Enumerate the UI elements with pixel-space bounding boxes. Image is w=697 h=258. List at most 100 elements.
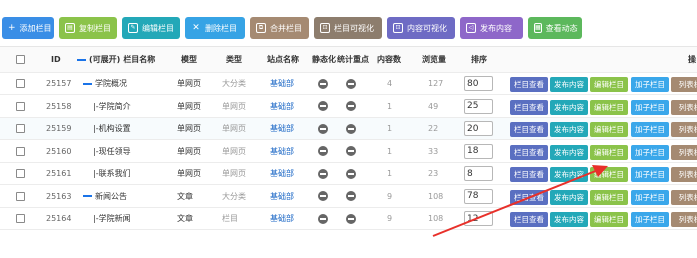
stats-toggle-cell[interactable] bbox=[346, 141, 356, 162]
col-site[interactable]: 站点名称 bbox=[267, 47, 299, 72]
stats-toggle-cell[interactable] bbox=[346, 73, 356, 94]
row-name[interactable]: |-机构设置 bbox=[93, 118, 131, 139]
action-button-1[interactable]: 栏目查看 bbox=[510, 212, 548, 227]
row-select-cell[interactable] bbox=[16, 186, 25, 207]
static-toggle-cell[interactable] bbox=[318, 163, 328, 184]
stats-toggle-cell[interactable] bbox=[346, 208, 356, 229]
row-checkbox[interactable] bbox=[16, 79, 25, 88]
col-type[interactable]: 类型 bbox=[226, 47, 242, 72]
row-name[interactable]: 学院概况 bbox=[83, 73, 127, 94]
toolbar-button-3[interactable]: ✎ 编辑栏目 bbox=[122, 17, 180, 39]
order-input[interactable]: 18 bbox=[464, 143, 493, 159]
row-checkbox[interactable] bbox=[16, 214, 25, 223]
stats-toggle-icon[interactable] bbox=[346, 78, 356, 89]
expand-bar-icon[interactable] bbox=[77, 58, 86, 61]
stats-toggle-cell[interactable] bbox=[346, 163, 356, 184]
action-button-4[interactable]: 加子栏目 bbox=[631, 122, 669, 137]
row-name[interactable]: |-学院简介 bbox=[93, 96, 131, 117]
row-order-cell[interactable]: 18 bbox=[464, 141, 493, 162]
stats-toggle-cell[interactable] bbox=[346, 118, 356, 139]
toolbar-button-9[interactable]: ▦ 查看动态 bbox=[528, 17, 582, 39]
static-toggle-icon[interactable] bbox=[318, 123, 328, 134]
action-button-4[interactable]: 加子栏目 bbox=[631, 99, 669, 115]
order-input[interactable]: 80 bbox=[464, 76, 493, 91]
action-button-5[interactable]: 列表标 bbox=[671, 144, 697, 160]
action-button-2[interactable]: 发布内容 bbox=[550, 189, 588, 205]
order-input[interactable]: 12 bbox=[464, 211, 493, 226]
action-button-1[interactable]: 栏目查看 bbox=[510, 77, 548, 92]
action-button-3[interactable]: 编辑栏目 bbox=[590, 189, 628, 205]
static-toggle-icon[interactable] bbox=[318, 168, 328, 179]
row-select-cell[interactable] bbox=[16, 118, 25, 139]
action-button-3[interactable]: 编辑栏目 bbox=[590, 144, 628, 160]
row-order-cell[interactable]: 8 bbox=[464, 163, 493, 184]
stats-toggle-icon[interactable] bbox=[346, 191, 356, 201]
action-button-1[interactable]: 栏目查看 bbox=[510, 99, 548, 115]
toolbar-button-6[interactable]: ⊡ 栏目可视化 bbox=[314, 17, 382, 39]
static-toggle-icon[interactable] bbox=[318, 146, 328, 156]
stats-toggle-icon[interactable] bbox=[346, 146, 356, 156]
col-name[interactable]: (可展开) 栏目名称 bbox=[77, 47, 155, 72]
select-all-checkbox[interactable] bbox=[16, 55, 25, 64]
action-button-5[interactable]: 列表标 bbox=[671, 122, 697, 137]
row-site[interactable]: 基础部 bbox=[270, 163, 294, 184]
row-site[interactable]: 基础部 bbox=[270, 208, 294, 229]
static-toggle-cell[interactable] bbox=[318, 96, 328, 117]
col-views[interactable]: 浏览量 bbox=[422, 47, 446, 72]
row-name[interactable]: |-联系我们 bbox=[93, 163, 131, 184]
action-button-5[interactable]: 列表标 bbox=[671, 167, 697, 182]
static-toggle-cell[interactable] bbox=[318, 186, 328, 207]
tree-bar-icon[interactable] bbox=[83, 195, 92, 197]
row-checkbox[interactable] bbox=[16, 169, 25, 178]
row-order-cell[interactable]: 78 bbox=[464, 186, 493, 207]
row-name[interactable]: |-学院新闻 bbox=[93, 208, 131, 229]
row-select-cell[interactable] bbox=[16, 73, 25, 94]
action-button-1[interactable]: 栏目查看 bbox=[510, 167, 548, 182]
order-input[interactable]: 20 bbox=[464, 121, 493, 136]
stats-toggle-cell[interactable] bbox=[346, 186, 356, 207]
action-button-3[interactable]: 编辑栏目 bbox=[590, 99, 628, 115]
row-select-cell[interactable] bbox=[16, 208, 25, 229]
action-button-1[interactable]: 栏目查看 bbox=[510, 122, 548, 137]
row-select-cell[interactable] bbox=[16, 96, 25, 117]
toolbar-button-7[interactable]: ⊡ 内容可视化 bbox=[387, 17, 455, 39]
select-all-cell[interactable] bbox=[16, 47, 25, 72]
action-button-3[interactable]: 编辑栏目 bbox=[590, 77, 628, 92]
action-button-5[interactable]: 列表标 bbox=[671, 212, 697, 227]
action-button-3[interactable]: 编辑栏目 bbox=[590, 212, 628, 227]
toolbar-button-2[interactable]: ▤ 复制栏目 bbox=[59, 17, 117, 39]
toolbar-button-1[interactable]: + 添加栏目 bbox=[2, 17, 54, 39]
stats-toggle-icon[interactable] bbox=[346, 168, 356, 179]
row-order-cell[interactable]: 80 bbox=[464, 73, 493, 94]
col-count[interactable]: 内容数 bbox=[377, 47, 401, 72]
action-button-4[interactable]: 加子栏目 bbox=[631, 189, 669, 205]
stats-toggle-icon[interactable] bbox=[346, 101, 356, 111]
action-button-5[interactable]: 列表标 bbox=[671, 99, 697, 115]
row-order-cell[interactable]: 20 bbox=[464, 118, 493, 139]
action-button-1[interactable]: 栏目查看 bbox=[510, 189, 548, 205]
toolbar-button-4[interactable]: ✕ 删除栏目 bbox=[185, 17, 245, 39]
row-checkbox[interactable] bbox=[16, 101, 25, 111]
action-button-2[interactable]: 发布内容 bbox=[550, 99, 588, 115]
action-button-3[interactable]: 编辑栏目 bbox=[590, 167, 628, 182]
action-button-4[interactable]: 加子栏目 bbox=[631, 212, 669, 227]
order-input[interactable]: 8 bbox=[464, 166, 493, 181]
row-checkbox[interactable] bbox=[16, 124, 25, 133]
tree-bar-icon[interactable] bbox=[83, 82, 92, 85]
row-site[interactable]: 基础部 bbox=[270, 141, 294, 162]
row-order-cell[interactable]: 12 bbox=[464, 208, 493, 229]
action-button-2[interactable]: 发布内容 bbox=[550, 77, 588, 92]
row-site[interactable]: 基础部 bbox=[270, 118, 294, 139]
action-button-2[interactable]: 发布内容 bbox=[550, 144, 588, 160]
action-button-3[interactable]: 编辑栏目 bbox=[590, 122, 628, 137]
row-select-cell[interactable] bbox=[16, 163, 25, 184]
static-toggle-cell[interactable] bbox=[318, 208, 328, 229]
col-id[interactable]: ID bbox=[51, 47, 61, 72]
row-name[interactable]: 新闻公告 bbox=[83, 186, 127, 207]
static-toggle-cell[interactable] bbox=[318, 73, 328, 94]
row-checkbox[interactable] bbox=[16, 146, 25, 156]
row-site[interactable]: 基础部 bbox=[270, 186, 294, 207]
static-toggle-icon[interactable] bbox=[318, 101, 328, 111]
action-button-5[interactable]: 列表标 bbox=[671, 189, 697, 205]
action-button-2[interactable]: 发布内容 bbox=[550, 212, 588, 227]
